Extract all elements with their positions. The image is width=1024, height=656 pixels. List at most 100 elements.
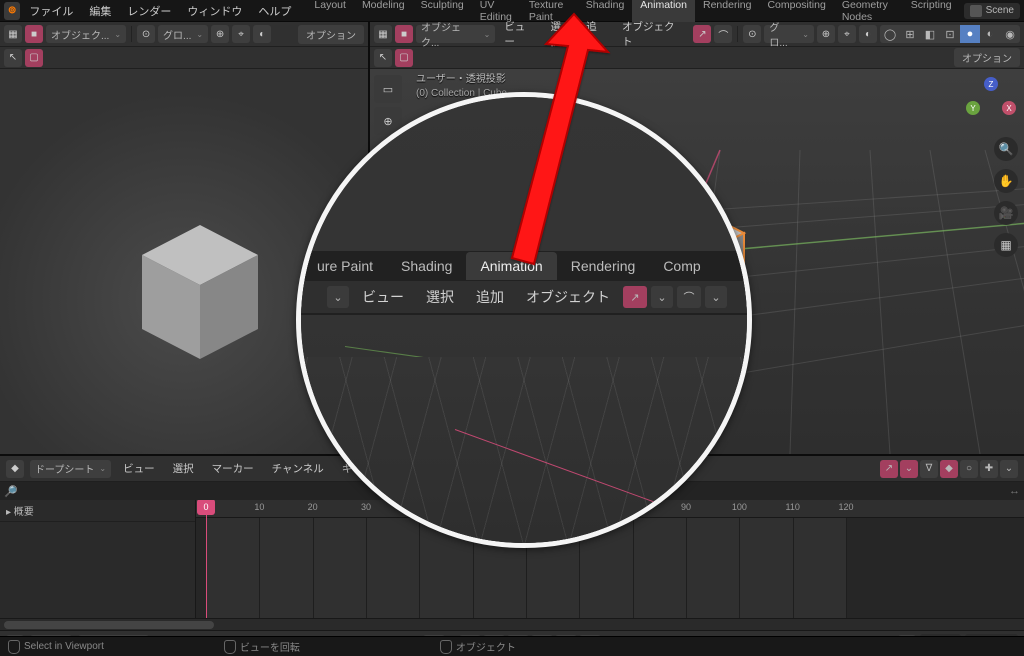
dopesheet-search-input[interactable] [22,486,142,497]
filter-errors-icon[interactable]: ∇ [920,460,938,478]
mag-tab-texpaint: ure Paint [303,252,387,280]
mag-tab-shading: Shading [387,252,466,280]
magnifier-callout: ure Paint Shading Animation Rendering Co… [296,92,752,548]
mag-tab-animation: Animation [466,252,556,280]
playhead[interactable]: 0 [206,500,207,618]
mouse-right-icon [440,640,452,654]
options-dropdown-right[interactable]: オプション [954,48,1020,67]
mag-menu-add: 追加 [467,287,513,307]
pan-icon[interactable]: ✋ [994,169,1018,193]
tick-label: 10 [254,502,264,512]
mag-tab-compositing: Comp [649,252,714,280]
mag-workspace-tabs: ure Paint Shading Animation Rendering Co… [301,251,747,281]
editor-type-icon[interactable]: ▦ [4,25,22,43]
snap-toggle-icon[interactable]: ⊙ [743,25,761,43]
tick-label: 120 [838,502,853,512]
mag-menu-view: ビュー [353,287,413,307]
zoom-icon[interactable]: 🔍 [994,137,1018,161]
mag-floor-grid [301,357,747,543]
overlay-toggle-icon[interactable]: ◯ [880,25,900,43]
shade-render-icon[interactable]: ◉ [1000,25,1020,43]
orientation-dropdown-right[interactable]: グロ... [764,25,814,43]
dope-menu-select[interactable]: 選択 [167,461,200,476]
options-dropdown-left[interactable]: オプション [298,25,364,44]
orientation-dropdown-left[interactable]: グロ... [158,25,208,43]
shade-matprev-icon[interactable]: ◐ [980,25,1000,43]
more-dropdown-icon[interactable]: ⌄ [1000,460,1018,478]
tick-label: 110 [785,502,799,512]
menu-window[interactable]: ウィンドウ [180,0,249,22]
menu-view[interactable]: ビュー [498,19,541,49]
shade-wire-icon[interactable]: ⊡ [940,25,960,43]
mag-tool-active-icon: ↗ [623,286,647,308]
search-icon: 🔎 [4,485,18,498]
dopesheet-editor-icon[interactable]: ◆ [6,460,24,478]
menu-render[interactable]: レンダー [120,0,178,22]
scene-icon [970,5,982,17]
autosnap-icon[interactable]: ✚ [980,460,998,478]
mag-tool-chevron-icon: ⌄ [651,286,673,308]
menu-help[interactable]: ヘルプ [251,0,298,22]
pivot-icon[interactable]: ⊕ [817,25,835,43]
mode-dropdown-right[interactable]: オブジェク... [416,25,495,43]
status-item-1: Select in Viewport [24,641,104,652]
camera-view-icon[interactable]: 🎥 [994,201,1018,225]
scroll-handle[interactable] [4,621,214,629]
nav-gizmo[interactable]: Z Y X [966,77,1016,127]
overlay-group: ◯ ⊞ ◧ ⊡ ● ◐ ◉ [880,25,1020,43]
select-tool-icon[interactable]: ▢ [25,49,43,67]
cursor-tool-icon[interactable]: ↖ [4,49,22,67]
mag-menu-object: オブジェクト [517,287,619,307]
menu-select[interactable]: 選択 [544,19,577,49]
mag-tool-header: ⌄ ビュー 選択 追加 オブジェクト ↗ ⌄ ⌒ ⌄ [301,281,747,313]
axis-y-icon[interactable]: Y [966,101,980,115]
left-tool-header: ▦ ■ オブジェク... ⊙ グロ... ⊕ ⌖ ◐ オプション [0,22,368,47]
blender-logo-icon[interactable]: ⊚ [4,2,20,20]
tool-indicator-icon[interactable]: ↗ [693,25,711,43]
mag-tool-chevron2-icon: ⌄ [705,286,727,308]
menu-object[interactable]: オブジェクト [616,19,690,49]
playhead-handle[interactable]: 0 [197,500,215,515]
scene-selector[interactable]: Scene [964,3,1020,19]
snap-icon[interactable]: ⌖ [838,25,856,43]
mode-dropdown-left[interactable]: オブジェク... [46,25,126,43]
timeline-scrollbar[interactable] [0,618,1024,630]
menu-file[interactable]: ファイル [22,0,80,22]
axis-z-icon[interactable]: Z [984,77,998,91]
status-bar: Select in Viewport ビューを回転 オブジェクト [0,636,1024,656]
snap-toggle-icon[interactable]: ⊙ [137,25,155,43]
mode-icon[interactable]: ■ [395,25,413,43]
search-arrows-icon[interactable]: ↔ [1009,485,1020,497]
shade-solid-icon[interactable]: ● [960,25,980,43]
channel-list[interactable]: ▸ 概要 [0,500,196,618]
perspective-icon[interactable]: ▦ [994,233,1018,257]
filter-hidden-icon[interactable]: ⌄ [900,460,918,478]
snap-icon[interactable]: ⌖ [232,25,250,43]
mode-icon[interactable]: ■ [25,25,43,43]
pivot-icon[interactable]: ⊕ [211,25,229,43]
filter-selected-icon[interactable]: ↗ [880,460,898,478]
menu-edit[interactable]: 編集 [82,0,118,22]
select-tool-icon[interactable]: ▢ [395,49,413,67]
axis-x-icon[interactable]: X [1002,101,1016,115]
xray-icon[interactable]: ◧ [920,25,940,43]
gizmo-toggle-icon[interactable]: ⊞ [900,25,920,43]
scene-name-label: Scene [986,5,1014,16]
propedit-icon[interactable]: ◐ [253,25,271,43]
dope-menu-view[interactable]: ビュー [117,461,161,476]
dope-menu-marker[interactable]: マーカー [206,461,260,476]
dopesheet-mode-dropdown[interactable]: ドープシート [30,460,111,478]
filter-type-icon[interactable]: ◆ [940,460,958,478]
mag-tool-arc-icon: ⌒ [677,286,701,308]
propedit-icon[interactable]: ○ [960,460,978,478]
propedit-icon[interactable]: ◐ [859,25,877,43]
mouse-middle-icon [224,640,236,654]
editor-type-icon[interactable]: ▦ [374,25,392,43]
viewport-side-icons: 🔍 ✋ 🎥 ▦ [994,137,1018,257]
mag-chevron-down-icon: ⌄ [327,286,349,308]
tool-extra-icon[interactable]: ⌒ [714,25,732,43]
menu-add[interactable]: 追加 [580,19,613,49]
mag-tab-rendering: Rendering [557,252,650,280]
summary-row[interactable]: ▸ 概要 [0,500,195,522]
cursor-tool-icon[interactable]: ↖ [374,49,392,67]
